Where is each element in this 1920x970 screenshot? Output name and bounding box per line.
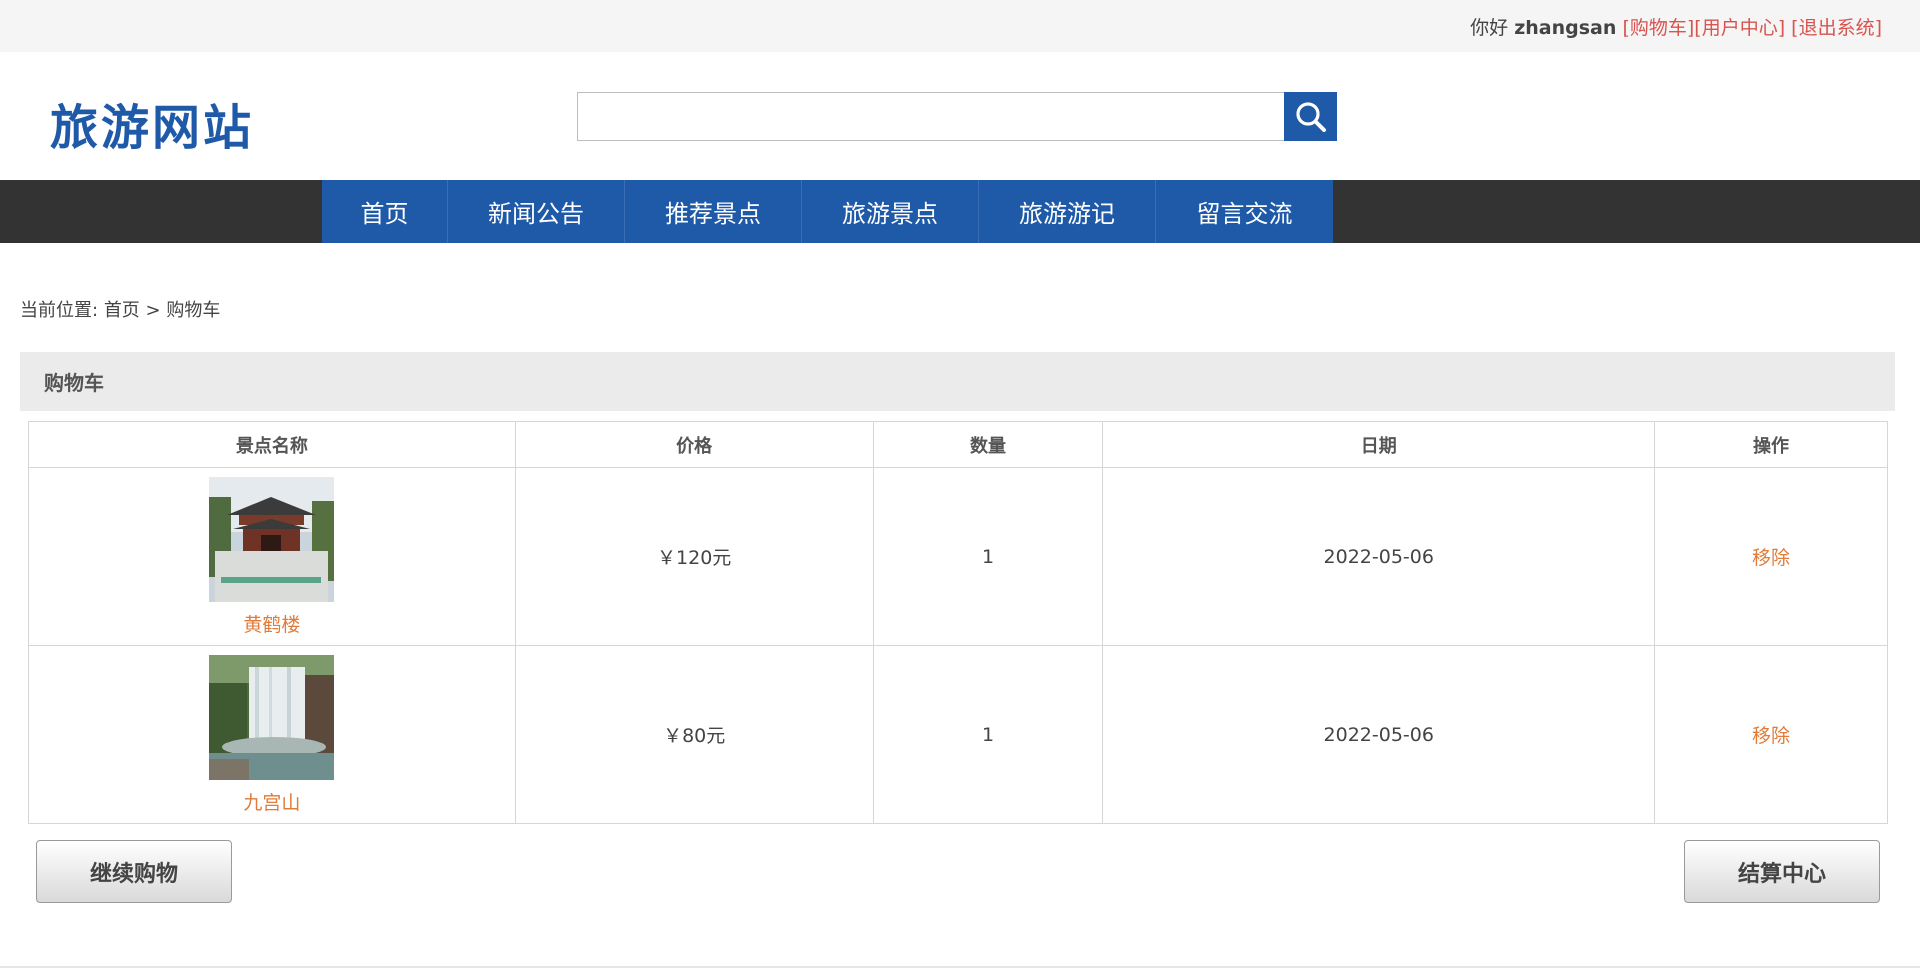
attraction-thumbnail-tower[interactable] (209, 476, 335, 602)
nav-items: 首页 新闻公告 推荐景点 旅游景点 旅游游记 留言交流 (322, 180, 1333, 243)
cell-action: 移除 (1654, 645, 1888, 824)
search-button[interactable] (1284, 92, 1337, 141)
cell-action: 移除 (1654, 467, 1888, 646)
table-header-row: 景点名称 价格 数量 日期 操作 (28, 421, 1888, 468)
breadcrumb-current: 购物车 (166, 300, 221, 321)
top-bar: 你好 zhangsan [购物车][用户中心] [退出系统] (0, 0, 1920, 52)
breadcrumb-home[interactable]: 首页 (104, 300, 140, 321)
logout-link[interactable]: [退出系统] (1791, 17, 1882, 39)
cell-quantity: 1 (872, 645, 1104, 824)
nav-item-messages[interactable]: 留言交流 (1156, 180, 1333, 243)
breadcrumb-prefix: 当前位置: (20, 300, 99, 321)
cell-item: 九宫山 (28, 645, 516, 824)
cell-item: 黄鹤楼 (28, 467, 516, 646)
search-icon (1295, 101, 1326, 132)
greeting-text: 你好 (1470, 17, 1509, 39)
nav-item-news[interactable]: 新闻公告 (448, 180, 625, 243)
breadcrumb: 当前位置: 首页 > 购物车 (20, 296, 220, 322)
nav-item-attractions[interactable]: 旅游景点 (802, 180, 979, 243)
cart-table: 景点名称 价格 数量 日期 操作 黄鹤楼 ￥120元 1 2022-05-06 … (28, 421, 1888, 824)
attraction-thumbnail-waterfall[interactable] (209, 654, 335, 780)
cell-date: 2022-05-06 (1102, 467, 1656, 646)
cart-link[interactable]: [购物车] (1622, 17, 1694, 39)
item-name[interactable]: 九宫山 (243, 788, 300, 815)
continue-shopping-button[interactable]: 继续购物 (36, 840, 232, 903)
breadcrumb-separator: > (145, 300, 161, 321)
nav-item-home[interactable]: 首页 (322, 180, 448, 243)
item-name[interactable]: 黄鹤楼 (243, 610, 300, 637)
main-nav: 首页 新闻公告 推荐景点 旅游景点 旅游游记 留言交流 (0, 180, 1920, 243)
table-row: 黄鹤楼 ￥120元 1 2022-05-06 移除 (28, 467, 1888, 646)
checkout-button[interactable]: 结算中心 (1684, 840, 1880, 903)
section-title: 购物车 (20, 352, 1895, 411)
search-bar (577, 92, 1337, 141)
user-center-link[interactable]: [用户中心] (1694, 17, 1785, 39)
column-header-price: 价格 (514, 421, 874, 468)
column-header-date: 日期 (1102, 421, 1656, 468)
search-input[interactable] (577, 92, 1284, 141)
nav-item-recommended[interactable]: 推荐景点 (625, 180, 802, 243)
nav-item-travelogue[interactable]: 旅游游记 (979, 180, 1156, 243)
site-logo[interactable]: 旅游网站 (50, 88, 254, 158)
username: zhangsan (1514, 17, 1617, 39)
remove-link[interactable]: 移除 (1752, 547, 1790, 569)
table-row: 九宫山 ￥80元 1 2022-05-06 移除 (28, 645, 1888, 824)
cell-price: ￥80元 (514, 645, 874, 824)
user-info: 你好 zhangsan [购物车][用户中心] [退出系统] (1470, 13, 1882, 40)
column-header-name: 景点名称 (28, 421, 516, 468)
footer-divider (0, 966, 1920, 968)
header: 旅游网站 (0, 52, 1920, 180)
column-header-action: 操作 (1654, 421, 1888, 468)
cell-date: 2022-05-06 (1102, 645, 1656, 824)
remove-link[interactable]: 移除 (1752, 725, 1790, 747)
cell-price: ￥120元 (514, 467, 874, 646)
cell-quantity: 1 (872, 467, 1104, 646)
column-header-quantity: 数量 (872, 421, 1104, 468)
